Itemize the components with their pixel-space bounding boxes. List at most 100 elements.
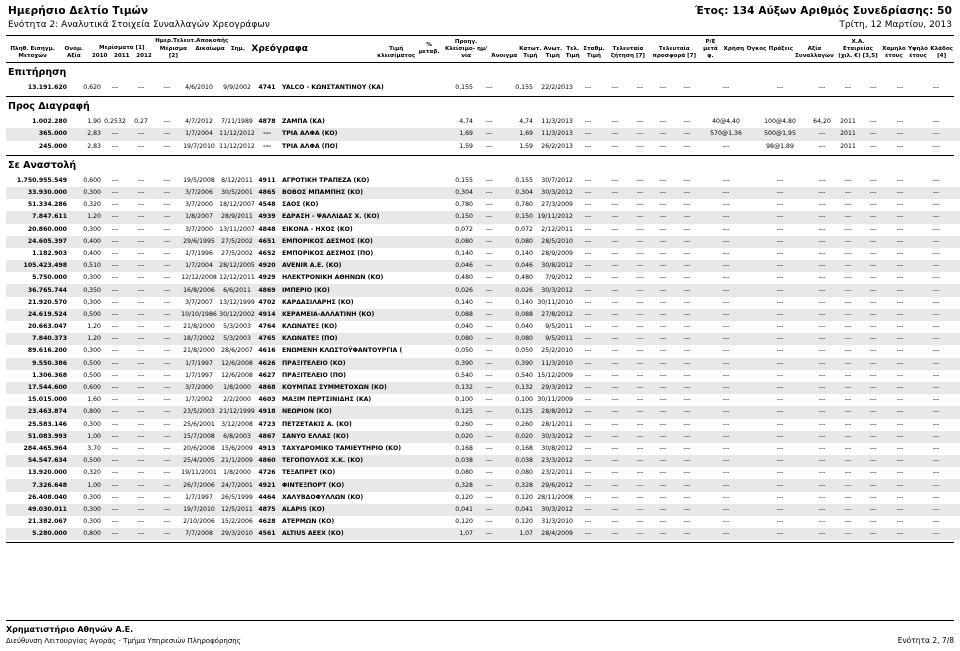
cell-close: 0,260 <box>455 420 473 428</box>
cell-prev-date: 11/3/2013 <box>541 118 573 126</box>
cell-usage: --- <box>836 186 860 200</box>
cell-low: --- <box>602 284 628 297</box>
cell-ask: --- <box>776 493 784 501</box>
cell-note: 4869 <box>256 284 278 297</box>
cell-usage: --- <box>844 201 852 209</box>
cell-d10: --- <box>111 493 119 501</box>
cell-bid: --- <box>700 235 752 248</box>
cell-d10: --- <box>102 455 128 468</box>
cell-weighted: --- <box>683 347 691 355</box>
cell-close: 0,150 <box>428 211 474 224</box>
cell-weighted: --- <box>683 225 691 233</box>
cell-ask: --- <box>776 347 784 355</box>
cell-prev-date: 30/3/2012 <box>534 186 574 200</box>
table-row[interactable]: 9.550.386 0,500 --- --- --- 1/7/1997 12/6/2008… <box>6 357 960 370</box>
cell-shares: 24.605.397 <box>6 235 68 248</box>
cell-name: ΝΕΩΡΙΟΝ (ΚΟ) <box>278 406 428 419</box>
cell-turnover: --- <box>932 225 940 233</box>
cell-turnover: --- <box>932 176 940 184</box>
table-row[interactable]: 20.663.047 1,20 --- --- --- 21/8/2000 5/3/2003… <box>6 321 960 333</box>
table-row[interactable]: 245.000 2,83 --- --- --- 19/7/2010 11/12/2012-… <box>6 141 960 153</box>
table-row[interactable]: 1.182.903 0,400 --- --- --- 1/7/1996 27/5/2002… <box>6 248 960 260</box>
cell-cut-div: 23/5/2003 <box>180 406 218 419</box>
table-row[interactable]: 25.583.146 0,300 --- --- --- 25/6/2001 3/12/20… <box>6 419 960 431</box>
cell-d12: --- <box>154 308 180 321</box>
cell-high: --- <box>636 469 644 477</box>
table-row[interactable]: 89.616.200 0,300 --- --- --- 21/8/2000 28/6/20… <box>6 345 960 357</box>
cell-volume: --- <box>869 420 877 428</box>
colhead-dividend-2012: 2012 <box>136 53 152 59</box>
table-row[interactable]: 21.920.570 0,300 --- --- --- 3/7/2007 13/12/19… <box>6 297 960 309</box>
table-row[interactable]: 33.930.000 0,300 --- --- --- 3/7/2006 30/5/200… <box>6 186 960 200</box>
cell-turnover: --- <box>932 298 940 306</box>
cell-close: 0,088 <box>428 308 474 321</box>
cell-bid: --- <box>722 298 730 306</box>
cell-prev: 0,120 <box>515 493 533 501</box>
table-row[interactable]: 5.280.000 0,800 --- --- --- 7/7/2008 29/3/2010… <box>6 528 960 541</box>
table-row[interactable]: 7.847.611 1,20 --- --- --- 1/8/2007 28/9/2011 4… <box>6 211 960 224</box>
table-row[interactable]: 365.000 2,83 --- --- --- 1/7/2004 11/12/2012 --… <box>6 128 960 141</box>
table-row[interactable]: 24.605.397 0,400 --- --- --- 29/6/1995 27/5/20… <box>6 235 960 248</box>
cell-pe: --- <box>808 430 836 443</box>
table-row[interactable]: 17.544.600 0,600 --- --- --- 3/7/2000 1/8/2000… <box>6 381 960 395</box>
cell-d12: --- <box>163 201 171 209</box>
table-row[interactable]: 36.765.744 0,350 --- --- --- 16/8/2006 6/6/201… <box>6 284 960 297</box>
cell-shares: 13.920.000 <box>27 469 67 477</box>
cell-close: 0,132 <box>428 381 474 395</box>
cell-low: --- <box>602 503 628 516</box>
cell-close: 0,125 <box>428 406 474 419</box>
cell-d10: --- <box>111 274 119 282</box>
cell-open: --- <box>574 528 602 541</box>
table-row[interactable]: 1.002.280 1,90 0,2532 0,27 --- 4/7/2012 7/11/1… <box>6 116 960 128</box>
cell-ask: 100@4,80 <box>764 118 796 126</box>
table-row[interactable]: 20.860.000 0,300 --- --- --- 3/7/2000 13/11/20… <box>6 224 960 236</box>
cell-name: ΚΑΡΔΑΣΙΛΑΡΗΣ (ΚΟ) <box>282 298 354 306</box>
cell-bid: --- <box>722 201 730 209</box>
table-column-headers: Πληθ. Εισηγμ. Μετοχών Ονομ. Αξία Μερίσμα… <box>6 36 954 62</box>
cell-cut-right: 5/3/2003 <box>223 323 251 331</box>
cell-turnover: --- <box>914 430 958 443</box>
table-row[interactable]: 54.547.634 0,500 --- --- --- 25/4/2005 21/1/20… <box>6 455 960 468</box>
table-row[interactable]: 21.382.067 0,300 --- --- --- 2/10/2006 15/2/20… <box>6 516 960 528</box>
colhead-dividends-title: Μερίσματα [1] <box>99 45 145 51</box>
table-row[interactable]: 105.423.498 0,510 --- --- --- 1/7/2004 28/12/2… <box>6 260 960 273</box>
cell-trades: --- <box>886 333 914 346</box>
cell-cut-right: 28/6/2007 <box>221 347 253 355</box>
table-row[interactable]: 1.750.955.549 0,600 --- --- --- 19/5/2008 8/12… <box>6 175 960 187</box>
table-row[interactable]: 13.920.000 0,320 --- --- --- 19/11/2001 1/8/20… <box>6 467 960 479</box>
footer-organization: Χρηματιστήριο Αθηνών Α.Ε. <box>6 625 134 634</box>
table-row[interactable]: 5.750.000 0,300 --- --- --- 12/12/2008 12/12/2… <box>6 272 960 284</box>
cell-low: --- <box>611 518 619 526</box>
cell-name: ALTIUS ΑΕΕΧ (ΚΟ) <box>278 528 428 541</box>
cell-pe: --- <box>818 176 826 184</box>
table-row[interactable]: 13.191.620 0,620 --- --- --- 4/6/2010 9/9/2002… <box>6 82 960 94</box>
table-row[interactable]: 7.326.648 1,00 --- --- --- 26/7/2006 24/7/2001… <box>6 479 960 492</box>
cell-ask: --- <box>776 249 784 257</box>
cell-cut-right: 6/6/2011 <box>218 284 256 297</box>
table-row[interactable]: 26.408.040 0,300 --- --- --- 1/7/1997 26/5/199… <box>6 492 960 504</box>
cell-pct: --- <box>485 118 493 126</box>
cell-ask: --- <box>752 503 808 516</box>
table-row[interactable]: 49.030.011 0,300 --- --- --- 19/7/2010 12/5/20… <box>6 503 960 516</box>
table-row[interactable]: 7.840.373 1,20 --- --- --- 18/7/2002 5/3/2003 4… <box>6 333 960 346</box>
cell-turnover: --- <box>932 493 940 501</box>
table-row[interactable]: 15.015.000 1,60 --- --- --- 1/7/2002 2/2/2000 4… <box>6 394 960 406</box>
table-row[interactable]: 51.334.286 0,320 --- --- --- 3/7/2000 18/12/20… <box>6 199 960 211</box>
cell-name: ΚΛΩΝΑΤΕΞ (ΠΟ) <box>278 333 428 346</box>
cell-low: --- <box>611 298 619 306</box>
cell-nominal: 0,300 <box>83 298 101 306</box>
cell-last: --- <box>652 381 674 395</box>
table-row[interactable]: 284.465.964 3,70 --- --- --- 20/6/2008 15/6/20… <box>6 443 960 455</box>
table-row[interactable]: 23.463.874 0,800 --- --- --- 23/5/2003 21/12/1… <box>6 406 960 419</box>
cell-prev: 0,080 <box>504 235 534 248</box>
cell-usage: --- <box>844 493 852 501</box>
cell-pe: --- <box>808 357 836 370</box>
table-row[interactable]: 24.619.524 0,500 --- --- --- 10/10/1986 30/12/… <box>6 308 960 321</box>
cell-nominal: 0,510 <box>68 260 102 273</box>
colhead-open: Άνοιγμα <box>491 53 518 59</box>
cell-close: 0,328 <box>428 479 474 492</box>
cell-d12: --- <box>154 357 180 370</box>
cell-d12: --- <box>163 493 171 501</box>
table-row[interactable]: 1.306.368 0,500 --- --- --- 1/7/1997 12/6/2008… <box>6 370 960 382</box>
table-row[interactable]: 51.083.993 1,00 --- --- --- 15/7/2008 6/8/2003… <box>6 430 960 443</box>
